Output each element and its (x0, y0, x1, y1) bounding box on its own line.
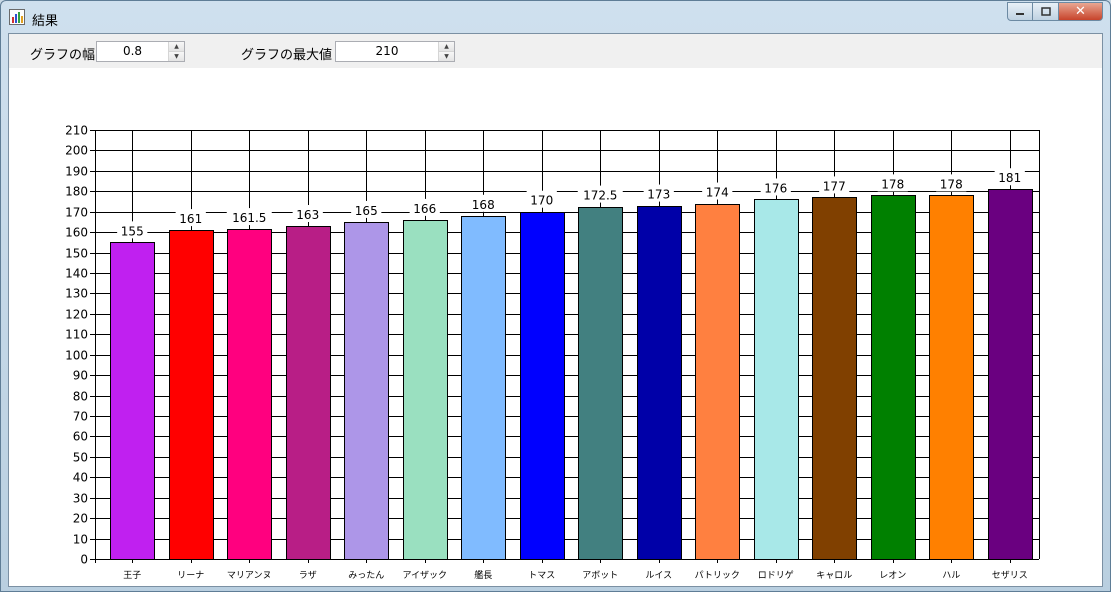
x-tick-label: ラザ (299, 570, 317, 581)
y-tick-label: 210 (65, 124, 88, 138)
x-tick-label: トマス (528, 571, 555, 581)
result-window: 結果 ✕ グラフの幅 0.8 ▲ ▼ グラフの最大値 210 ▲ ▼ 0 10 … (0, 0, 1111, 592)
y-tick-label: 90 (73, 369, 88, 383)
bar (812, 197, 857, 560)
data-label: 176 (764, 181, 787, 195)
graph-width-up-icon[interactable]: ▲ (169, 42, 184, 51)
graph-width-value[interactable]: 0.8 (97, 42, 168, 61)
bar (520, 212, 565, 560)
bar (461, 216, 506, 560)
data-label: 178 (940, 177, 963, 191)
y-tick-label: 120 (65, 308, 88, 322)
data-label: 155 (121, 224, 144, 238)
data-label: 172.5 (583, 189, 617, 203)
bar (227, 229, 272, 560)
y-tick-label: 60 (73, 430, 88, 444)
bar (403, 220, 448, 560)
maximize-icon (1040, 7, 1051, 16)
data-label: 181 (998, 171, 1021, 185)
y-tick-label: 140 (65, 267, 88, 281)
title-bar[interactable]: 結果 ✕ (1, 1, 1110, 33)
app-chart-icon (9, 9, 25, 25)
data-label: 174 (706, 186, 729, 200)
y-tick-label: 190 (65, 165, 88, 179)
x-tick-label: セザリス (992, 570, 1028, 581)
data-label: 170 (530, 194, 553, 208)
y-tick-label: 70 (73, 410, 88, 424)
x-tick-label: アボット (582, 570, 618, 581)
graph-max-down-icon[interactable]: ▼ (439, 51, 454, 61)
y-tick-label: 170 (65, 206, 88, 220)
y-tick-label: 130 (65, 287, 88, 301)
bar (988, 189, 1033, 560)
y-tick-label: 20 (73, 512, 88, 526)
x-tick-label: レオン (879, 570, 906, 581)
bar (578, 207, 623, 560)
x-tick-label: ルイス (645, 571, 672, 581)
bar (754, 199, 799, 560)
y-tick-label: 0 (80, 553, 88, 567)
x-tick-label: パトリック (695, 570, 740, 581)
graph-max-up-icon[interactable]: ▲ (439, 42, 454, 51)
data-label: 177 (823, 179, 846, 193)
x-tick-label: リーナ (177, 570, 204, 581)
close-icon: ✕ (1075, 4, 1086, 19)
x-tick-label: 王子 (123, 570, 141, 581)
close-button[interactable]: ✕ (1059, 2, 1103, 21)
height-bar-chart: 0 10 20 30 40 50 60 70 80 90 100 110 120 130 140 150 160… (65, 124, 1040, 581)
x-tick-label: ハル (942, 571, 960, 581)
x-tick-label: マリアンヌ (227, 571, 272, 581)
y-tick-label: 40 (73, 471, 88, 485)
bar (286, 226, 331, 560)
data-label: 161 (179, 212, 202, 226)
data-label: 168 (472, 198, 495, 212)
y-tick-label: 50 (73, 451, 88, 465)
y-tick-label: 200 (65, 144, 88, 158)
graph-width-label: グラフの幅 (30, 48, 96, 63)
x-tick-label: ロドリゲ (758, 569, 794, 581)
graph-max-label: グラフの最大値 (241, 48, 333, 63)
y-tick-label: 160 (65, 226, 88, 240)
y-tick-label: 10 (73, 533, 88, 547)
x-tick-label: キャロル (816, 571, 852, 581)
minimize-icon (1016, 12, 1024, 15)
graph-max-value[interactable]: 210 (336, 42, 438, 61)
bar (871, 195, 916, 560)
client-area: グラフの幅 0.8 ▲ ▼ グラフの最大値 210 ▲ ▼ 0 10 20 30 40 5… (8, 33, 1103, 587)
y-tick-label: 30 (73, 492, 88, 506)
data-label: 163 (296, 208, 319, 222)
settings-toolbar: グラフの幅 0.8 ▲ ▼ グラフの最大値 210 ▲ ▼ (9, 34, 1102, 68)
bar (169, 230, 214, 560)
bar (344, 222, 389, 560)
y-tick-label: 80 (73, 390, 88, 404)
y-tick-label: 100 (65, 349, 88, 363)
graph-width-spin-buttons: ▲ ▼ (168, 42, 184, 61)
window-controls: ✕ (1007, 2, 1103, 22)
bar (929, 195, 974, 560)
bar (637, 206, 682, 560)
data-label: 165 (355, 204, 378, 218)
graph-width-down-icon[interactable]: ▼ (169, 51, 184, 61)
y-tick-label: 150 (65, 247, 88, 261)
maximize-button[interactable] (1033, 2, 1059, 21)
minimize-button[interactable] (1007, 2, 1033, 21)
data-label: 161.5 (232, 211, 266, 225)
y-tick-label: 180 (65, 185, 88, 199)
data-label: 166 (413, 202, 436, 216)
graph-max-stepper[interactable]: 210 ▲ ▼ (335, 41, 455, 62)
bar (110, 242, 155, 560)
data-label: 178 (881, 177, 904, 191)
x-tick-label: 艦長 (474, 569, 492, 581)
graph-max-spin-buttons: ▲ ▼ (438, 42, 454, 61)
y-tick-label: 110 (65, 328, 88, 342)
window-title: 結果 (32, 14, 59, 29)
data-label: 173 (647, 188, 670, 202)
bar (695, 204, 740, 560)
x-tick-label: アイザック (402, 570, 447, 581)
x-tick-label: みったん (348, 570, 384, 581)
graph-width-stepper[interactable]: 0.8 ▲ ▼ (96, 41, 185, 62)
